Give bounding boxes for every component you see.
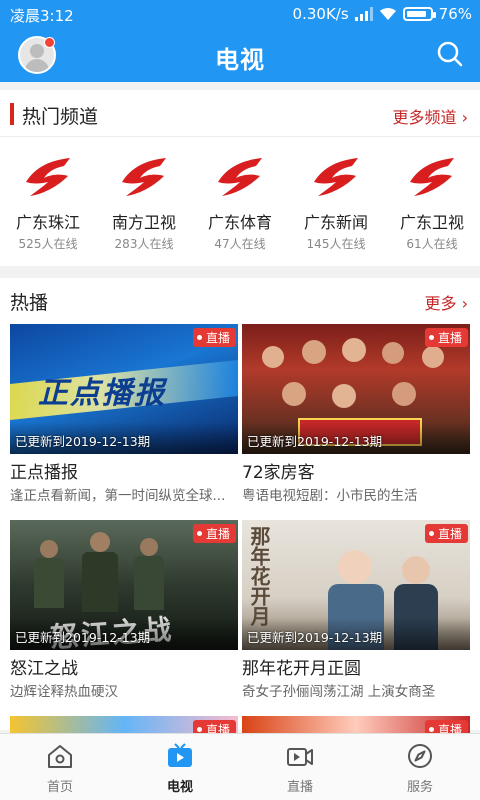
status-time: 凌晨3:12	[10, 7, 74, 25]
hot-play-section: 热播 更多 › 正点播报 直播 已更新到2019-12-13期 正点播报 逢正点…	[0, 278, 480, 736]
program-desc: 奇女子孙俪闯荡江湖 上演女商圣	[242, 684, 436, 700]
update-info: 已更新到2019-12-13期	[15, 434, 151, 449]
hot-play-header: 热播 更多 ›	[0, 278, 480, 320]
channel-online-count: 283人在线	[114, 237, 174, 251]
channel-item[interactable]: 广东新闻 145人在线	[288, 146, 384, 254]
battery-percent: 76%	[438, 5, 472, 23]
live-badge: 直播	[192, 328, 236, 347]
page-title: 电视	[215, 46, 265, 74]
hot-channels-title: 热门频道	[22, 106, 99, 128]
tab-tv[interactable]: 电视	[120, 734, 240, 800]
gdtv-logo-icon	[218, 158, 262, 196]
program-title: 那年花开月正圆	[242, 659, 361, 679]
program-title: 正点播报	[10, 463, 78, 483]
tab-label: 首页	[46, 780, 73, 795]
tab-label: 电视	[166, 780, 193, 795]
signal-icon	[354, 7, 373, 21]
status-bar: 凌晨3:12 0.30K/s 76%	[0, 0, 480, 28]
gdtv-logo-icon	[26, 158, 70, 196]
program-desc: 边辉诠释热血硬汉	[10, 684, 118, 700]
update-info: 已更新到2019-12-13期	[15, 630, 151, 645]
program-card[interactable]: 直播 已更新到2019-12-13期 72家房客 粤语电视短剧：小市民的生活	[242, 324, 470, 506]
live-badge: 直播	[424, 524, 468, 543]
live-badge-label: 直播	[437, 527, 462, 541]
channel-online-count: 61人在线	[406, 237, 458, 251]
program-title: 72家房客	[242, 463, 315, 483]
network-speed: 0.30K/s	[292, 5, 349, 23]
live-badge-label: 直播	[437, 331, 462, 345]
channel-online-count: 145人在线	[306, 237, 366, 251]
program-desc: 逢正点看新闻，第一时间纵览全球...	[10, 488, 226, 504]
channel-online-count: 525人在线	[18, 237, 78, 251]
update-info: 已更新到2019-12-13期	[247, 630, 383, 645]
program-art-text: 正点播报	[38, 376, 166, 411]
hot-channels-section: 热门频道 更多频道 › 广东珠江 525人在线 南方卫视 283人在线 广东体育…	[0, 90, 480, 266]
channel-item[interactable]: 广东体育 47人在线	[192, 146, 288, 254]
program-thumbnail: 直播 已更新到2019-12-13期	[242, 324, 470, 454]
bottom-tab-bar: 首页 电视 直播 服务	[0, 733, 480, 800]
tv-icon	[168, 743, 192, 767]
compass-icon	[408, 744, 432, 768]
program-card[interactable]: 怒江之战 直播 已更新到2019-12-13期 怒江之战 边辉诠释热血硬汉	[10, 520, 238, 702]
program-title: 怒江之战	[10, 659, 78, 679]
wifi-icon	[379, 7, 396, 20]
search-icon[interactable]	[436, 40, 464, 68]
tab-label: 直播	[286, 780, 313, 795]
channel-name: 南方卫视	[111, 213, 176, 232]
update-info: 已更新到2019-12-13期	[247, 434, 383, 449]
more-channels-link[interactable]: 更多频道 ›	[393, 104, 469, 128]
channel-online-count: 47人在线	[214, 237, 266, 251]
channel-item[interactable]: 广东珠江 525人在线	[0, 146, 96, 254]
gdtv-logo-icon	[410, 158, 454, 196]
live-badge: 直播	[424, 328, 468, 347]
channel-name: 广东珠江	[15, 213, 80, 232]
tab-home[interactable]: 首页	[0, 734, 120, 800]
more-hot-play-link[interactable]: 更多 ›	[425, 290, 469, 314]
app-header: 电视	[0, 28, 480, 82]
battery-icon	[402, 7, 436, 21]
gdtv-logo-icon	[314, 158, 358, 196]
home-icon	[48, 745, 72, 768]
tab-label: 服务	[406, 780, 433, 795]
channel-list: 广东珠江 525人在线 南方卫视 283人在线 广东体育 47人在线 广东新闻 …	[0, 146, 480, 254]
channel-item[interactable]: 南方卫视 283人在线	[96, 146, 192, 254]
live-badge-label: 直播	[205, 331, 230, 345]
channel-item[interactable]: 广东卫视 61人在线	[384, 146, 480, 254]
program-thumbnail: 怒江之战 直播 已更新到2019-12-13期	[10, 520, 238, 650]
live-badge: 直播	[192, 524, 236, 543]
program-card[interactable]: 正点播报 直播 已更新到2019-12-13期 正点播报 逢正点看新闻，第一时间…	[10, 324, 238, 506]
hot-channels-header: 热门频道 更多频道 ›	[0, 90, 480, 137]
channel-name: 广东卫视	[399, 213, 464, 232]
channel-name: 广东体育	[207, 213, 272, 232]
status-icons: 0.30K/s 76%	[293, 5, 472, 23]
live-badge-label: 直播	[205, 527, 230, 541]
hot-play-title: 热播	[10, 292, 49, 314]
video-camera-icon	[287, 748, 313, 766]
channel-name: 广东新闻	[303, 213, 368, 232]
section-accent-bar	[10, 103, 14, 125]
tab-live[interactable]: 直播	[240, 734, 360, 800]
gdtv-logo-icon	[122, 158, 166, 196]
program-thumbnail: 那年花开月正圆 直播 已更新到2019-12-13期	[242, 520, 470, 650]
program-card[interactable]: 那年花开月正圆 直播 已更新到2019-12-13期 那年花开月正圆 奇女子孙俪…	[242, 520, 470, 702]
tab-services[interactable]: 服务	[360, 734, 480, 800]
program-thumbnail: 正点播报 直播 已更新到2019-12-13期	[10, 324, 238, 454]
program-desc: 粤语电视短剧：小市民的生活	[242, 488, 418, 504]
